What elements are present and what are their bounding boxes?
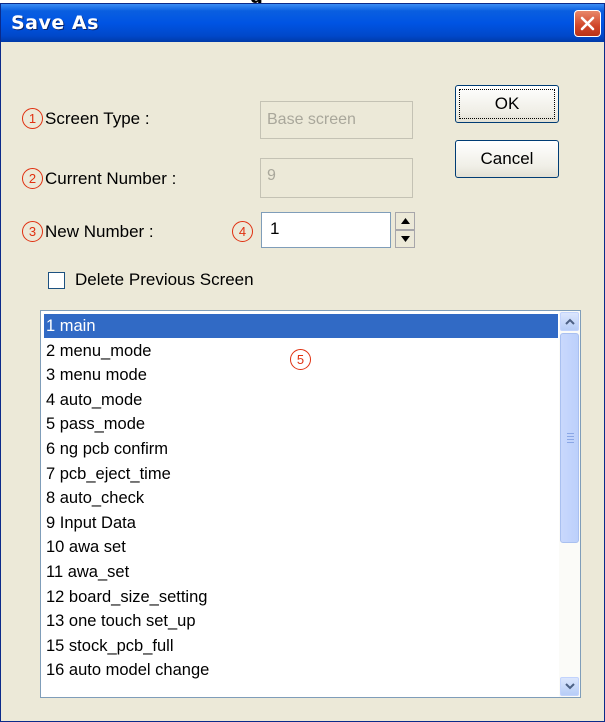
cancel-button[interactable]: Cancel	[455, 140, 559, 178]
list-item[interactable]: 8 auto_check	[44, 486, 558, 510]
list-item[interactable]: 4 auto_mode	[44, 388, 558, 412]
save-as-dialog: Save As 1 Screen Type : Base screen 2 Cu…	[0, 3, 605, 722]
chevron-up-icon	[565, 318, 575, 325]
screen-type-label: Screen Type :	[45, 109, 150, 128]
list-item[interactable]: 5 pass_mode	[44, 412, 558, 436]
chevron-down-icon	[565, 683, 575, 690]
list-item[interactable]: 7 pcb_eject_time	[44, 462, 558, 486]
marker-3: 3	[22, 221, 43, 242]
close-icon	[580, 16, 595, 31]
scroll-thumb[interactable]	[560, 333, 579, 543]
spin-down-button[interactable]	[395, 230, 415, 248]
marker-4: 4	[232, 221, 253, 242]
list-item[interactable]: 11 awa_set	[44, 560, 558, 584]
list-item[interactable]: 1 main	[44, 314, 558, 338]
screen-listbox[interactable]: 1 main 2 menu_mode 3 menu mode 4 auto_mode 5…	[40, 310, 581, 698]
list-item[interactable]: 15 stock_pcb_full	[44, 634, 558, 658]
new-number-label: New Number :	[45, 222, 154, 241]
delete-previous-checkbox[interactable]	[48, 272, 65, 289]
list-item[interactable]: 16 auto model change	[44, 658, 558, 682]
new-number-input[interactable]: 1	[261, 212, 391, 248]
marker-1: 1	[22, 108, 43, 129]
list-item[interactable]: 6 ng pcb confirm	[44, 437, 558, 461]
arrow-up-icon	[401, 218, 410, 224]
list-item[interactable]: 12 board_size_setting	[44, 585, 558, 609]
arrow-down-icon	[401, 236, 410, 242]
screen-type-field: Base screen	[260, 101, 413, 139]
dialog-title: Save As	[11, 12, 99, 34]
title-bar: Save As	[1, 4, 604, 42]
list-item[interactable]: 13 one touch set_up	[44, 609, 558, 633]
current-number-field: 9	[260, 158, 413, 198]
scroll-up-button[interactable]	[560, 312, 579, 331]
ok-button[interactable]: OK	[455, 85, 559, 123]
current-number-label: Current Number :	[45, 169, 177, 188]
list-item[interactable]: 10 awa set	[44, 535, 558, 559]
delete-previous-label[interactable]: Delete Previous Screen	[75, 270, 254, 290]
marker-5: 5	[290, 349, 311, 370]
vertical-scrollbar[interactable]	[559, 311, 580, 697]
marker-2: 2	[22, 168, 43, 189]
close-button[interactable]	[574, 10, 601, 37]
scroll-down-button[interactable]	[560, 677, 579, 696]
list-item[interactable]: 9 Input Data	[44, 511, 558, 535]
spin-up-button[interactable]	[395, 212, 415, 230]
